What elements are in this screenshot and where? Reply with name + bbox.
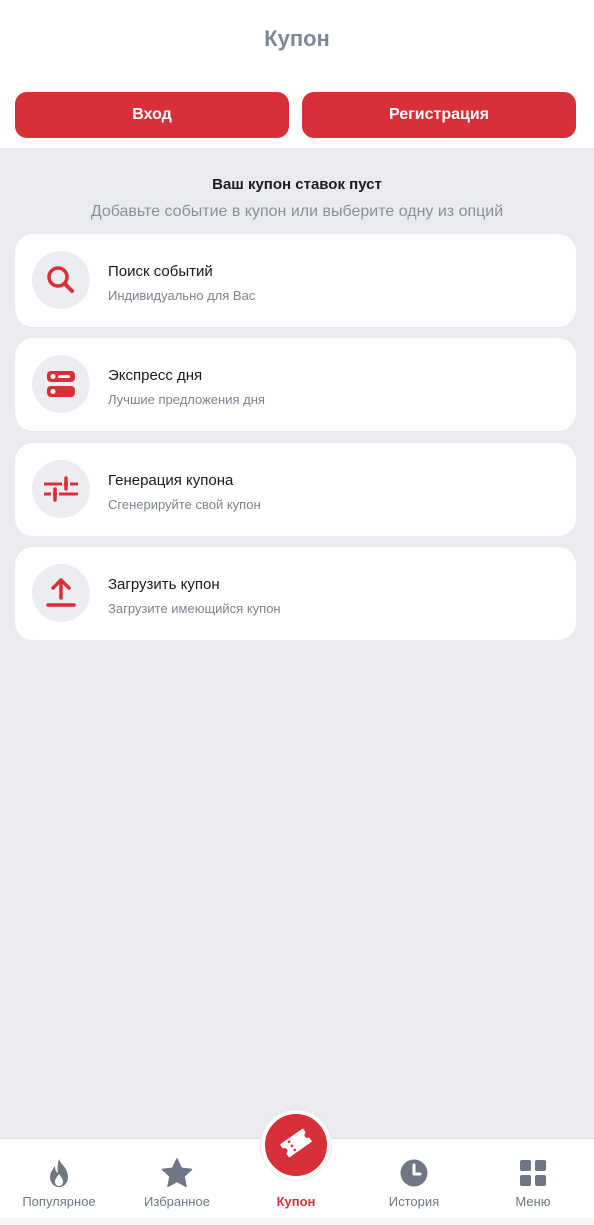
login-button[interactable]: Вход bbox=[15, 92, 289, 138]
header: Купон Вход Регистрация bbox=[0, 0, 594, 148]
sliders-icon bbox=[32, 460, 90, 518]
clock-icon bbox=[355, 1157, 473, 1189]
nav-label: Избранное bbox=[144, 1194, 210, 1209]
register-button[interactable]: Регистрация bbox=[302, 92, 576, 138]
search-events-card[interactable]: Поиск событий Индивидуально для Вас bbox=[15, 234, 576, 327]
express-of-day-card[interactable]: Экспресс дня Лучшие предложения дня bbox=[15, 338, 576, 431]
empty-coupon-title: Ваш купон ставок пуст bbox=[212, 176, 382, 193]
flame-icon bbox=[0, 1157, 118, 1189]
coupon-fab-button[interactable] bbox=[261, 1110, 331, 1180]
upload-icon bbox=[32, 564, 90, 622]
express-icon bbox=[32, 355, 90, 413]
card-title: Экспресс дня bbox=[108, 367, 203, 384]
nav-item-favorites[interactable]: Избранное bbox=[118, 1139, 236, 1219]
card-title: Генерация купона bbox=[108, 472, 234, 489]
nav-label: Популярное bbox=[22, 1194, 96, 1209]
nav-label: Купон bbox=[276, 1194, 316, 1209]
card-subtitle: Сгенерируйте свой купон bbox=[108, 497, 261, 512]
nav-item-popular[interactable]: Популярное bbox=[0, 1139, 118, 1219]
card-subtitle: Индивидуально для Вас bbox=[108, 288, 256, 303]
nav-label: Меню bbox=[515, 1194, 551, 1209]
page-title: Купон bbox=[264, 26, 330, 51]
card-subtitle: Загрузите имеющийся купон bbox=[108, 601, 281, 616]
search-icon bbox=[32, 251, 90, 309]
card-title: Поиск событий bbox=[108, 263, 213, 280]
system-nav-strip bbox=[0, 1218, 594, 1225]
nav-item-menu[interactable]: Меню bbox=[474, 1139, 592, 1219]
nav-item-history[interactable]: История bbox=[355, 1139, 473, 1219]
card-title: Загрузить купон bbox=[108, 576, 220, 593]
generate-coupon-card[interactable]: Генерация купона Сгенерируйте свой купон bbox=[15, 443, 576, 536]
upload-coupon-card[interactable]: Загрузить купон Загрузите имеющийся купо… bbox=[15, 547, 576, 640]
empty-coupon-subtitle: Добавьте событие в купон или выберите од… bbox=[90, 203, 504, 220]
nav-label: История bbox=[388, 1194, 440, 1209]
star-icon bbox=[118, 1157, 236, 1189]
card-subtitle: Лучшие предложения дня bbox=[108, 392, 265, 407]
ticket-icon bbox=[277, 1124, 315, 1167]
grid-icon bbox=[474, 1157, 592, 1189]
